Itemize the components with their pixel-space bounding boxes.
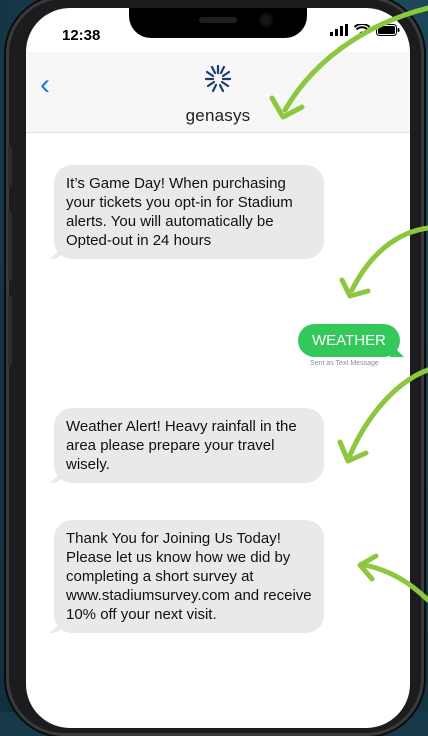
- message-bubble-outgoing: WEATHER: [298, 324, 400, 357]
- message-bubble-incoming: It’s Game Day! When purchasing your tick…: [54, 165, 324, 259]
- genasys-logo-icon: [204, 64, 232, 93]
- front-camera: [261, 15, 271, 25]
- phone-screen: 12:38 ‹ genasys It’s Game Day! When purc…: [26, 8, 410, 728]
- status-icons: [330, 24, 400, 36]
- status-time: 12:38: [62, 27, 101, 44]
- mute-switch: [8, 146, 12, 186]
- contact-name: genasys: [185, 106, 251, 125]
- volume-down-button: [8, 296, 12, 366]
- message-bubble-incoming: Weather Alert! Heavy rainfall in the are…: [54, 408, 324, 483]
- battery-icon: [376, 24, 400, 36]
- chevron-left-icon[interactable]: ‹: [40, 70, 50, 100]
- speaker-grille: [199, 17, 237, 23]
- signal-icon: [330, 24, 348, 36]
- phone-frame: 12:38 ‹ genasys It’s Game Day! When purc…: [6, 0, 424, 736]
- wifi-icon: [354, 24, 370, 35]
- sent-as-text-label: Sent as Text Message: [310, 360, 379, 367]
- volume-up-button: [8, 211, 12, 281]
- conversation-header: ‹ genasys: [26, 52, 410, 133]
- message-bubble-incoming: Thank You for Joining Us Today! Please l…: [54, 520, 324, 633]
- notch: [129, 8, 307, 38]
